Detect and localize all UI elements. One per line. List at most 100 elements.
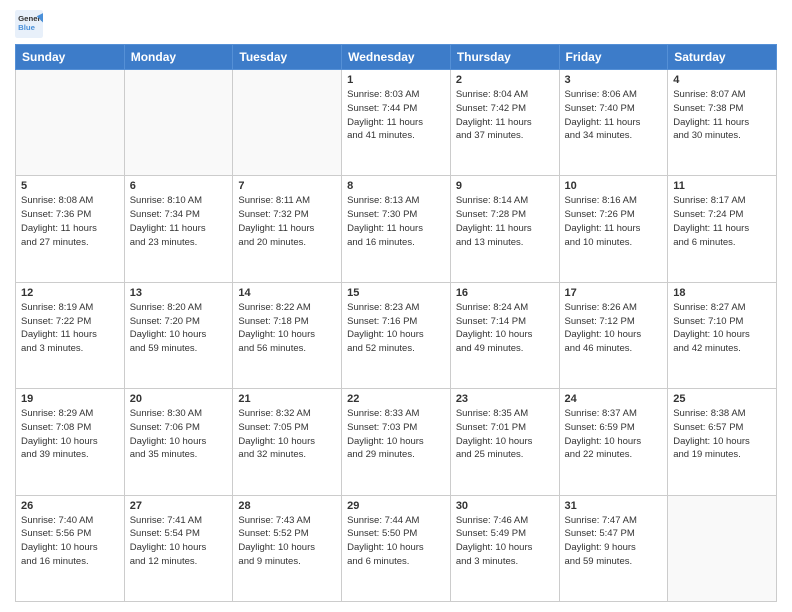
day-number: 20 <box>130 393 228 405</box>
week-row-2: 5Sunrise: 8:08 AMSunset: 7:36 PMDaylight… <box>16 176 777 282</box>
day-info: Sunrise: 8:37 AMSunset: 6:59 PMDaylight:… <box>565 407 663 462</box>
weekday-header-thursday: Thursday <box>450 45 559 70</box>
calendar-cell: 29 Sunrise: 7:44 AMSunset: 5:50 PMDayligh… <box>342 495 451 601</box>
day-number: 23 <box>456 393 554 405</box>
calendar-cell: 14 Sunrise: 8:22 AMSunset: 7:18 PMDayligh… <box>233 282 342 388</box>
logo-icon: General Blue <box>15 10 43 38</box>
day-info: Sunrise: 8:29 AMSunset: 7:08 PMDaylight:… <box>21 407 119 462</box>
week-row-3: 12Sunrise: 8:19 AMSunset: 7:22 PMDayligh… <box>16 282 777 388</box>
calendar-cell: 11 Sunrise: 8:17 AMSunset: 7:24 PMDayligh… <box>668 176 777 282</box>
day-info: Sunrise: 7:47 AMSunset: 5:47 PMDaylight:… <box>565 514 663 569</box>
calendar-cell: 30Sunrise: 7:46 AMSunset: 5:49 PMDayligh… <box>450 495 559 601</box>
day-info: Sunrise: 7:43 AMSunset: 5:52 PMDaylight:… <box>238 514 336 569</box>
calendar-cell: 27 Sunrise: 7:41 AMSunset: 5:54 PMDayligh… <box>124 495 233 601</box>
day-info: Sunrise: 8:26 AMSunset: 7:12 PMDaylight:… <box>565 301 663 356</box>
weekday-header-tuesday: Tuesday <box>233 45 342 70</box>
day-info: Sunrise: 8:10 AMSunset: 7:34 PMDaylight:… <box>130 194 228 249</box>
calendar-cell: 18Sunrise: 8:27 AMSunset: 7:10 PMDayligh… <box>668 282 777 388</box>
calendar-cell: 7 Sunrise: 8:11 AMSunset: 7:32 PMDaylight… <box>233 176 342 282</box>
calendar-cell <box>668 495 777 601</box>
day-number: 16 <box>456 287 554 299</box>
day-number: 6 <box>130 180 228 192</box>
day-number: 28 <box>238 500 336 512</box>
day-number: 25 <box>673 393 771 405</box>
weekday-header-row: SundayMondayTuesdayWednesdayThursdayFrid… <box>16 45 777 70</box>
day-info: Sunrise: 8:23 AMSunset: 7:16 PMDaylight:… <box>347 301 445 356</box>
day-info: Sunrise: 8:22 AMSunset: 7:18 PMDaylight:… <box>238 301 336 356</box>
day-number: 31 <box>565 500 663 512</box>
svg-text:Blue: Blue <box>18 23 36 32</box>
day-number: 27 <box>130 500 228 512</box>
weekday-header-monday: Monday <box>124 45 233 70</box>
calendar-cell <box>233 70 342 176</box>
calendar-cell: 5Sunrise: 8:08 AMSunset: 7:36 PMDaylight… <box>16 176 125 282</box>
day-info: Sunrise: 8:11 AMSunset: 7:32 PMDaylight:… <box>238 194 336 249</box>
header: General Blue <box>15 10 777 38</box>
calendar-cell: 25 Sunrise: 8:38 AMSunset: 6:57 PMDayligh… <box>668 389 777 495</box>
day-info: Sunrise: 8:27 AMSunset: 7:10 PMDaylight:… <box>673 301 771 356</box>
calendar-cell: 20 Sunrise: 8:30 AMSunset: 7:06 PMDayligh… <box>124 389 233 495</box>
calendar-cell: 9 Sunrise: 8:14 AMSunset: 7:28 PMDaylight… <box>450 176 559 282</box>
day-info: Sunrise: 8:08 AMSunset: 7:36 PMDaylight:… <box>21 194 119 249</box>
day-number: 8 <box>347 180 445 192</box>
calendar-cell: 8 Sunrise: 8:13 AMSunset: 7:30 PMDaylight… <box>342 176 451 282</box>
day-info: Sunrise: 8:14 AMSunset: 7:28 PMDaylight:… <box>456 194 554 249</box>
day-number: 11 <box>673 180 771 192</box>
day-number: 21 <box>238 393 336 405</box>
calendar-cell: 31 Sunrise: 7:47 AMSunset: 5:47 PMDayligh… <box>559 495 668 601</box>
day-info: Sunrise: 8:32 AMSunset: 7:05 PMDaylight:… <box>238 407 336 462</box>
weekday-header-sunday: Sunday <box>16 45 125 70</box>
calendar-cell: 2Sunrise: 8:04 AMSunset: 7:42 PMDaylight… <box>450 70 559 176</box>
day-number: 13 <box>130 287 228 299</box>
day-info: Sunrise: 8:04 AMSunset: 7:42 PMDaylight:… <box>456 88 554 143</box>
day-info: Sunrise: 8:13 AMSunset: 7:30 PMDaylight:… <box>347 194 445 249</box>
day-number: 4 <box>673 74 771 86</box>
day-number: 14 <box>238 287 336 299</box>
day-info: Sunrise: 8:30 AMSunset: 7:06 PMDaylight:… <box>130 407 228 462</box>
calendar-cell: 1 Sunrise: 8:03 AMSunset: 7:44 PMDaylight… <box>342 70 451 176</box>
day-number: 10 <box>565 180 663 192</box>
day-info: Sunrise: 8:38 AMSunset: 6:57 PMDaylight:… <box>673 407 771 462</box>
day-info: Sunrise: 8:06 AMSunset: 7:40 PMDaylight:… <box>565 88 663 143</box>
calendar-cell: 19 Sunrise: 8:29 AMSunset: 7:08 PMDayligh… <box>16 389 125 495</box>
day-number: 15 <box>347 287 445 299</box>
calendar-cell: 21 Sunrise: 8:32 AMSunset: 7:05 PMDayligh… <box>233 389 342 495</box>
calendar-table: SundayMondayTuesdayWednesdayThursdayFrid… <box>15 44 777 602</box>
day-number: 22 <box>347 393 445 405</box>
calendar-cell: 4Sunrise: 8:07 AMSunset: 7:38 PMDaylight… <box>668 70 777 176</box>
calendar-cell: 16 Sunrise: 8:24 AMSunset: 7:14 PMDayligh… <box>450 282 559 388</box>
day-info: Sunrise: 8:35 AMSunset: 7:01 PMDaylight:… <box>456 407 554 462</box>
weekday-header-saturday: Saturday <box>668 45 777 70</box>
week-row-4: 19 Sunrise: 8:29 AMSunset: 7:08 PMDayligh… <box>16 389 777 495</box>
day-info: Sunrise: 8:17 AMSunset: 7:24 PMDaylight:… <box>673 194 771 249</box>
week-row-5: 26 Sunrise: 7:40 AMSunset: 5:56 PMDayligh… <box>16 495 777 601</box>
logo: General Blue <box>15 10 47 38</box>
calendar-cell: 3 Sunrise: 8:06 AMSunset: 7:40 PMDaylight… <box>559 70 668 176</box>
calendar-cell: 6 Sunrise: 8:10 AMSunset: 7:34 PMDaylight… <box>124 176 233 282</box>
day-number: 7 <box>238 180 336 192</box>
day-number: 24 <box>565 393 663 405</box>
calendar-cell: 22Sunrise: 8:33 AMSunset: 7:03 PMDayligh… <box>342 389 451 495</box>
day-number: 19 <box>21 393 119 405</box>
calendar-cell: 23 Sunrise: 8:35 AMSunset: 7:01 PMDayligh… <box>450 389 559 495</box>
calendar-cell: 12Sunrise: 8:19 AMSunset: 7:22 PMDayligh… <box>16 282 125 388</box>
day-number: 3 <box>565 74 663 86</box>
week-row-1: 1 Sunrise: 8:03 AMSunset: 7:44 PMDaylight… <box>16 70 777 176</box>
day-info: Sunrise: 8:19 AMSunset: 7:22 PMDaylight:… <box>21 301 119 356</box>
day-number: 1 <box>347 74 445 86</box>
day-info: Sunrise: 8:24 AMSunset: 7:14 PMDaylight:… <box>456 301 554 356</box>
day-info: Sunrise: 8:16 AMSunset: 7:26 PMDaylight:… <box>565 194 663 249</box>
day-number: 9 <box>456 180 554 192</box>
calendar-cell <box>124 70 233 176</box>
calendar-cell: 15 Sunrise: 8:23 AMSunset: 7:16 PMDayligh… <box>342 282 451 388</box>
day-info: Sunrise: 7:40 AMSunset: 5:56 PMDaylight:… <box>21 514 119 569</box>
day-info: Sunrise: 7:44 AMSunset: 5:50 PMDaylight:… <box>347 514 445 569</box>
day-info: Sunrise: 7:46 AMSunset: 5:49 PMDaylight:… <box>456 514 554 569</box>
calendar-cell: 10 Sunrise: 8:16 AMSunset: 7:26 PMDayligh… <box>559 176 668 282</box>
day-info: Sunrise: 7:41 AMSunset: 5:54 PMDaylight:… <box>130 514 228 569</box>
calendar-cell: 24 Sunrise: 8:37 AMSunset: 6:59 PMDayligh… <box>559 389 668 495</box>
weekday-header-wednesday: Wednesday <box>342 45 451 70</box>
day-number: 29 <box>347 500 445 512</box>
day-info: Sunrise: 8:03 AMSunset: 7:44 PMDaylight:… <box>347 88 445 143</box>
day-number: 26 <box>21 500 119 512</box>
